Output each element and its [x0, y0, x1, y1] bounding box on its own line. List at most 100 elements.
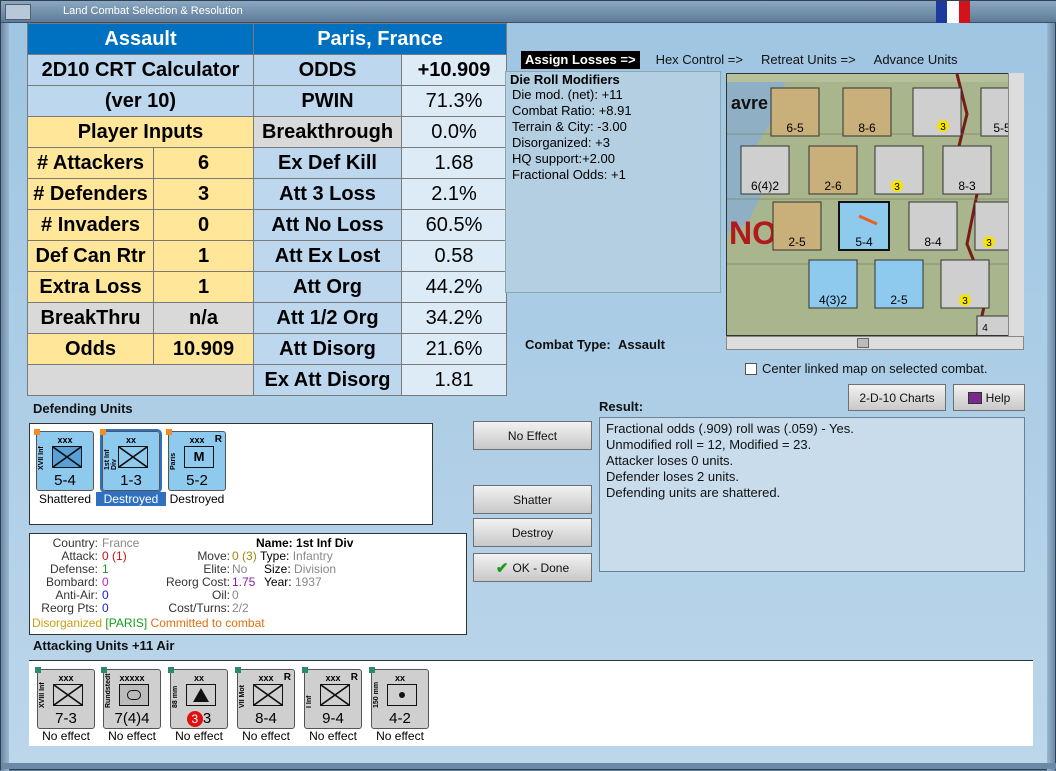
att-unit[interactable]: xxx R VII Mot 8-4	[235, 667, 295, 729]
map-unit[interactable]: 4(3)2	[808, 259, 858, 309]
center-link-checkbox[interactable]	[745, 362, 757, 375]
map-unit[interactable]: 2-5	[772, 201, 822, 251]
help-button[interactable]: Help	[953, 384, 1025, 411]
unit-reserve-mark: R	[350, 672, 358, 683]
att-unit-status: No effect	[42, 729, 90, 743]
info-key: Cost/Turns:	[168, 601, 230, 615]
step-hex-control[interactable]: Hex Control =>	[654, 51, 745, 69]
unit-strength-value: 3	[202, 710, 212, 727]
svg-text:4: 4	[982, 323, 988, 334]
svg-text:8-4: 8-4	[924, 235, 942, 249]
att-unit-status: No effect	[175, 729, 223, 743]
combat-type-value: Assault	[617, 337, 665, 352]
charts-button[interactable]: 2-D-10 Charts	[848, 384, 946, 411]
no-effect-button[interactable]: No Effect	[473, 421, 592, 450]
calc-result-label: Ex Def Kill	[253, 147, 402, 179]
info-type: Infantry	[292, 549, 333, 563]
def-unit-selected[interactable]: xx 1st Inf Div 1-3	[100, 429, 162, 493]
unit-name: Paris	[170, 452, 177, 470]
shatter-button[interactable]: Shatter	[473, 485, 592, 514]
input-value: n/a	[153, 302, 254, 334]
window-title: Land Combat Selection & Resolution	[63, 5, 243, 17]
unit-strength: 5-4	[54, 472, 76, 489]
map-unit[interactable]: 8-3	[942, 145, 992, 195]
map-vertical-scrollbar[interactable]	[1008, 73, 1024, 336]
window-menu-icon[interactable]	[5, 4, 31, 20]
att-unit[interactable]: xx 88 mm 33	[168, 667, 228, 729]
player-inputs-header: Player Inputs	[27, 116, 254, 148]
destroy-button[interactable]: Destroy	[473, 518, 592, 547]
unit-strength: 1-3	[120, 472, 142, 489]
unit-strength: 7-3	[55, 710, 77, 727]
input-value[interactable]: 1	[153, 271, 254, 303]
svg-text:3: 3	[986, 238, 992, 249]
calc-result-value: 34.2%	[401, 302, 507, 334]
calc-result-label: Att Org	[253, 271, 402, 303]
calc-result-label: Att 3 Loss	[253, 178, 402, 210]
info-year: 1937	[294, 575, 322, 589]
map-unit[interactable]: 8-4	[908, 201, 958, 251]
map-unit[interactable]: 2-5	[874, 259, 924, 309]
die-roll-modifiers: Die Roll Modifiers Die mod. (net): +11 C…	[505, 71, 721, 293]
step-advance-units[interactable]: Advance Units	[872, 51, 960, 69]
map-unit[interactable]: 3	[912, 87, 962, 137]
att-unit[interactable]: xxx R I Inf 9-4	[302, 667, 362, 729]
map-scroll-thumb[interactable]	[857, 338, 869, 348]
map-horizontal-scrollbar[interactable]	[726, 336, 1024, 350]
map-canvas: avre NO 6-5 8-6 3 5-5 6(4)2 2-6 3 8-3 2-…	[727, 74, 1023, 335]
calc-result-value: 60.5%	[401, 209, 507, 241]
map-unit-selected[interactable]: 5-4	[838, 201, 890, 251]
unit-size: xxxxx	[119, 673, 145, 683]
def-unit[interactable]: xxx XVII Inf 5-4	[34, 429, 94, 491]
svg-text:8-6: 8-6	[858, 121, 876, 135]
center-link-option[interactable]: Center linked map on selected combat.	[745, 361, 987, 376]
result-line: Attacker loses 0 units.	[606, 453, 734, 468]
svg-text:3: 3	[962, 296, 968, 307]
calc-result-value: +10.909	[401, 54, 507, 86]
center-link-label: Center linked map on selected combat.	[762, 361, 988, 376]
calc-result-value: 2.1%	[401, 178, 507, 210]
map-unit[interactable]: 6(4)2	[740, 145, 790, 195]
info-reorg: 0	[102, 601, 109, 615]
result-line: Defender loses 2 units.	[606, 469, 739, 484]
infantry-icon	[53, 684, 83, 706]
linked-map[interactable]: avre NO 6-5 8-6 3 5-5 6(4)2 2-6 3 8-3 2-…	[726, 73, 1024, 336]
strength-badge: 3	[186, 711, 203, 727]
shatter-label: Shatter	[513, 492, 552, 507]
input-value[interactable]: 1	[153, 240, 254, 272]
result-title: Result:	[599, 399, 644, 414]
mod-line: Combat Ratio: +8.91	[512, 103, 632, 118]
calc-result-value: 71.3%	[401, 85, 507, 117]
step-assign-losses[interactable]: Assign Losses =>	[521, 51, 640, 69]
result-line: Fractional odds (.909) roll was (.059) -…	[606, 421, 854, 436]
combat-window: Land Combat Selection & Resolution Assau…	[0, 0, 1056, 771]
map-unit[interactable]: 3	[940, 259, 990, 309]
map-unit[interactable]: 3	[874, 145, 924, 195]
att-unit[interactable]: xxxxx Rundstedt 7(4)4	[101, 667, 161, 729]
charts-label: 2-D-10 Charts	[859, 390, 935, 405]
help-label: Help	[985, 390, 1011, 405]
att-unit[interactable]: xxx XVIII Inf 7-3	[35, 667, 95, 729]
input-value[interactable]: 0	[153, 209, 254, 241]
step-retreat-units[interactable]: Retreat Units =>	[759, 51, 858, 69]
info-move-alt: (3)	[242, 549, 257, 563]
svg-text:5-4: 5-4	[855, 235, 873, 249]
unit-size: xxx	[57, 435, 73, 445]
ok-done-button[interactable]: ✔ OK - Done	[473, 553, 592, 582]
unit-size: xxx	[58, 673, 74, 683]
map-unit[interactable]: 8-6	[842, 87, 892, 137]
calc-result-label: Att 1/2 Org	[253, 302, 402, 334]
input-label: # Invaders	[27, 209, 154, 241]
defending-units: xxx XVII Inf 5-4 Shattered xx 1st Inf Di…	[29, 423, 433, 525]
input-label: BreakThru	[27, 302, 154, 334]
input-value[interactable]: 3	[153, 178, 254, 210]
destroy-label: Destroy	[511, 525, 554, 540]
input-label: # Attackers	[27, 147, 154, 179]
infantry-icon	[52, 446, 82, 468]
att-unit[interactable]: xx 150 mm 4-2	[369, 667, 429, 729]
input-value[interactable]: 6	[153, 147, 254, 179]
map-unit[interactable]: 2-6	[808, 145, 858, 195]
def-unit[interactable]: xxx R Paris M 5-2	[166, 429, 226, 491]
def-unit-status: Shattered	[38, 492, 92, 506]
map-unit[interactable]: 6-5	[770, 87, 820, 137]
